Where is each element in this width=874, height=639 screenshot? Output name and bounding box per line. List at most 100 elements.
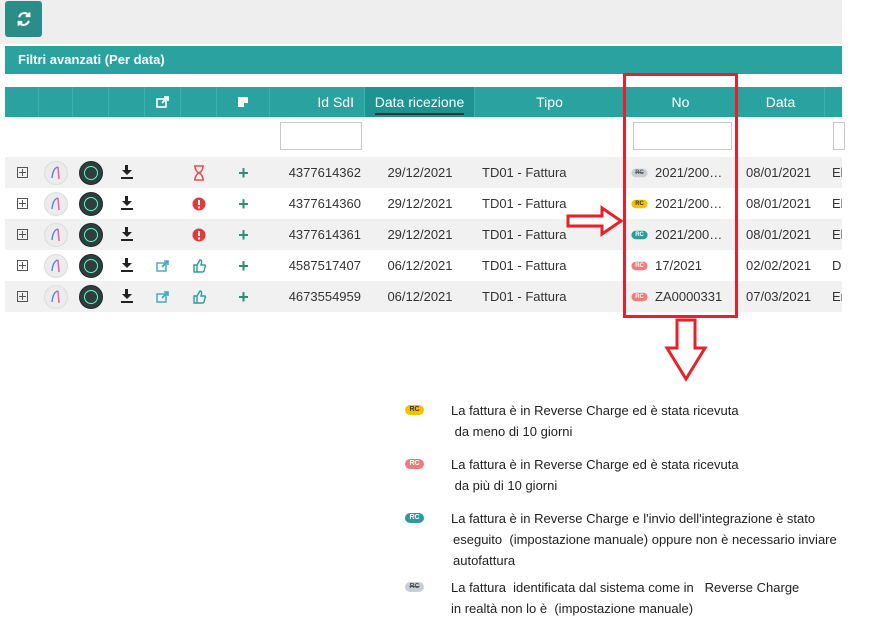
legend-description: La fattura è in Reverse Charge ed è stat… [451, 400, 871, 442]
add-cell[interactable]: + [217, 188, 270, 219]
plus-icon[interactable]: + [238, 164, 249, 182]
plus-icon[interactable]: + [238, 226, 249, 244]
download-icon[interactable] [121, 288, 133, 303]
expand-cell[interactable] [5, 250, 39, 281]
no-filter-input[interactable] [633, 122, 732, 150]
header-id-sdi[interactable]: Id SdI [270, 87, 365, 117]
status-cell[interactable] [181, 250, 217, 281]
refresh-button[interactable] [5, 1, 42, 37]
extra-cell: D [832, 258, 842, 273]
expand-icon[interactable] [16, 167, 28, 178]
extra-cell: El [832, 227, 842, 242]
document-cell[interactable] [39, 188, 73, 219]
legend-line: autofattura [453, 553, 516, 568]
id-sdi-filter-input[interactable] [280, 122, 362, 150]
header-document [39, 87, 73, 117]
expand-icon[interactable] [16, 260, 28, 271]
share-cell[interactable] [145, 281, 181, 312]
share-icon [156, 290, 170, 303]
download-icon[interactable] [121, 195, 133, 210]
share-cell[interactable] [145, 157, 181, 188]
legend-line: La fattura è in Reverse Charge ed è stat… [451, 457, 739, 472]
status-cell[interactable] [181, 219, 217, 250]
rc-badge: RC [631, 261, 648, 270]
plus-icon[interactable]: + [238, 288, 249, 306]
table-row[interactable]: +4377614360 29/12/2021 TD01 - Fattura RC 202… [5, 188, 842, 219]
header-no[interactable]: No [625, 87, 737, 117]
tipo-cell: TD01 - Fattura [482, 289, 567, 304]
filter-row [5, 117, 845, 158]
expand-cell[interactable] [5, 157, 39, 188]
advanced-filters-bar[interactable]: Filtri avanzati (Per data) [5, 46, 842, 74]
download-cell[interactable] [109, 157, 145, 188]
expand-icon[interactable] [16, 291, 28, 302]
add-cell[interactable]: + [217, 219, 270, 250]
share-cell[interactable] [145, 250, 181, 281]
status-cell[interactable] [181, 281, 217, 312]
download-icon[interactable] [121, 226, 133, 241]
add-cell[interactable]: + [217, 157, 270, 188]
status-cell[interactable] [181, 188, 217, 219]
download-cell[interactable] [109, 281, 145, 312]
header-tipo[interactable]: Tipo [475, 87, 625, 117]
invoice-number: 2021/200… [655, 227, 723, 242]
download-cell[interactable] [109, 188, 145, 219]
expand-icon[interactable] [16, 229, 28, 240]
download-cell[interactable] [109, 250, 145, 281]
header-share[interactable] [145, 87, 181, 117]
app-logo-icon [79, 160, 103, 185]
id-sdi-cell: 4377614360 [288, 196, 361, 211]
table-row[interactable]: +4673554959 06/12/2021 TD01 - Fattura RC ZA0… [5, 281, 842, 312]
table-row[interactable]: +4377614361 29/12/2021 TD01 - Fattura RC 202… [5, 219, 842, 250]
extra-filter-input[interactable] [833, 122, 845, 150]
download-icon[interactable] [121, 164, 133, 179]
document-avatar-icon[interactable] [44, 253, 68, 278]
header-data[interactable]: Data [737, 87, 825, 117]
expand-icon[interactable] [16, 198, 28, 209]
share-cell[interactable] [145, 219, 181, 250]
no-cell: RC 2021/200… [625, 188, 737, 219]
header-data-ricezione[interactable]: Data ricezione [365, 87, 475, 117]
data-cell: 08/01/2021 [746, 165, 812, 180]
add-cell[interactable]: + [217, 250, 270, 281]
rc-badge: RC [631, 230, 648, 239]
no-cell: RC 2021/200… [625, 219, 737, 250]
document-avatar-icon[interactable] [44, 160, 68, 185]
table-row[interactable]: +4377614362 29/12/2021 TD01 - Fattura RC 202… [5, 157, 842, 188]
id-sdi-cell: 4377614362 [288, 165, 361, 180]
header-note[interactable] [217, 87, 270, 117]
data-ricezione-cell: 29/12/2021 [387, 227, 453, 242]
header-extra [825, 87, 842, 117]
plus-icon[interactable]: + [238, 257, 249, 275]
logo-cell [73, 250, 109, 281]
down-arrow-annotation [664, 318, 708, 382]
id-sdi-cell: 4377614361 [288, 227, 361, 242]
legend-line: La fattura è in Reverse Charge e l'invio… [451, 511, 816, 526]
refresh-icon [17, 12, 30, 26]
document-cell[interactable] [39, 219, 73, 250]
download-cell[interactable] [109, 219, 145, 250]
document-cell[interactable] [39, 250, 73, 281]
data-ricezione-cell: 29/12/2021 [387, 165, 453, 180]
expand-cell[interactable] [5, 281, 39, 312]
download-icon[interactable] [121, 257, 133, 272]
grid-header: Id SdI Data ricezione Tipo No Data [5, 87, 842, 117]
legend-description: La fattura è in Reverse Charge e l'invio… [451, 508, 871, 571]
logo-cell [73, 219, 109, 250]
legend-line: La fattura identificata dal sistema come… [451, 580, 800, 595]
document-cell[interactable] [39, 281, 73, 312]
logo-cell [73, 281, 109, 312]
share-cell[interactable] [145, 188, 181, 219]
data-ricezione-cell: 06/12/2021 [387, 289, 453, 304]
document-cell[interactable] [39, 157, 73, 188]
status-cell[interactable] [181, 157, 217, 188]
table-row[interactable]: +4587517407 06/12/2021 TD01 - Fattura RC 17/… [5, 250, 842, 281]
expand-cell[interactable] [5, 188, 39, 219]
data-cell: 02/02/2021 [746, 258, 812, 273]
plus-icon[interactable]: + [238, 195, 249, 213]
document-avatar-icon[interactable] [44, 284, 68, 309]
document-avatar-icon[interactable] [44, 222, 68, 247]
expand-cell[interactable] [5, 219, 39, 250]
document-avatar-icon[interactable] [44, 191, 68, 216]
add-cell[interactable]: + [217, 281, 270, 312]
